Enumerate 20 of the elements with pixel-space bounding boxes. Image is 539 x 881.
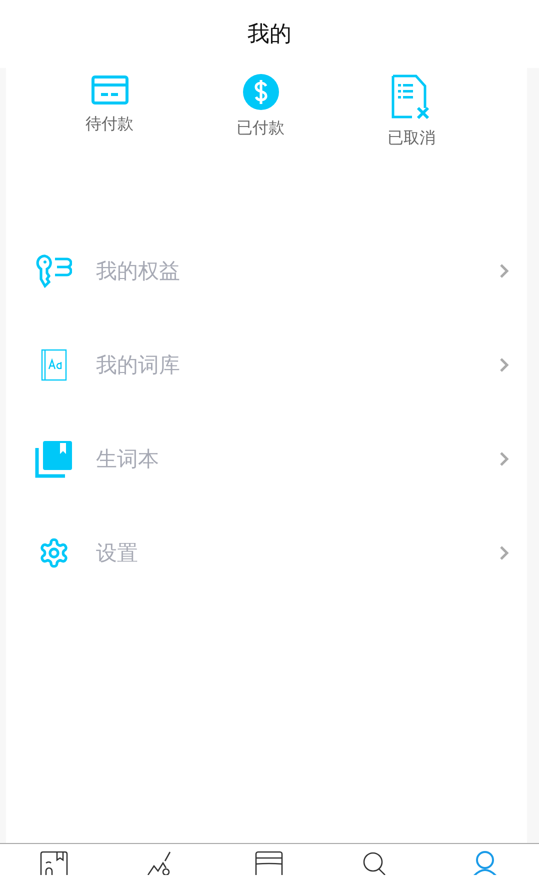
menu-item[interactable]: 生词本 (6, 412, 527, 506)
menu-item[interactable]: 设置 (6, 506, 527, 600)
dictionary-icon (41, 349, 67, 381)
chevron-icon (499, 451, 509, 467)
page-title: 我的 (248, 21, 292, 49)
cards-icon (254, 851, 284, 875)
chevron-icon (499, 545, 509, 561)
card-icon (90, 74, 128, 106)
order-status-button[interactable]: 已付款 (236, 74, 284, 154)
order-status-button[interactable]: 已取消 (388, 74, 436, 154)
dollar-icon (242, 74, 278, 110)
chevron-icon (499, 263, 509, 279)
bookmark-book-icon (35, 440, 73, 478)
menu-item[interactable]: 我的词库 (6, 318, 527, 412)
key-icon (36, 254, 72, 288)
settings-icon (38, 537, 70, 569)
menu-item[interactable]: 我的权益 (6, 224, 527, 318)
chevron-icon (499, 357, 509, 373)
order-status-button[interactable]: 待付款 (86, 74, 134, 154)
book-icon (38, 851, 69, 875)
